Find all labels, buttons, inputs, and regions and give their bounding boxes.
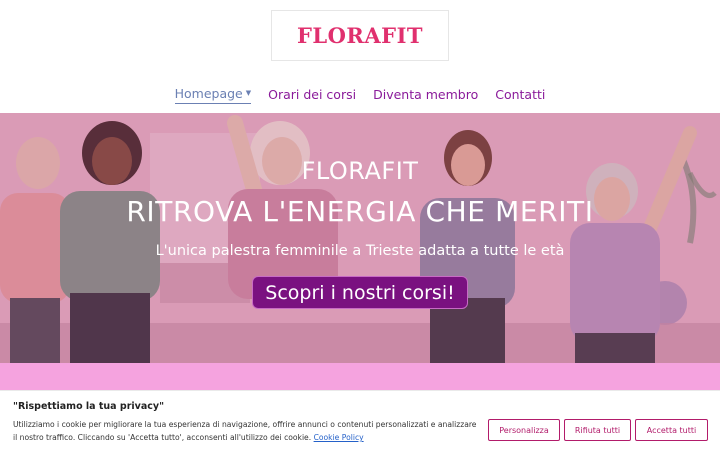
nav-item-contatti[interactable]: Contatti [495,84,545,104]
hero-overlay [0,113,720,363]
cookie-banner: "Rispettiamo la tua privacy" Utilizziamo… [0,390,720,450]
main-nav: Homepage ▼ Orari dei corsi Diventa membr… [0,84,720,104]
customize-button[interactable]: Personalizza [488,419,560,441]
nav-item-label: Homepage [174,85,243,101]
accept-all-button[interactable]: Accetta tutti [635,419,708,441]
site-logo[interactable]: FLORAFIT [271,10,449,61]
cookie-description: Utilizziamo i cookie per migliorare la t… [13,420,477,442]
cookie-policy-link[interactable]: Cookie Policy [314,433,364,442]
reject-all-button[interactable]: Rifiuta tutti [564,419,631,441]
nav-item-orari-dei-corsi[interactable]: Orari dei corsi [268,84,356,104]
hero-banner: FLORAFIT RITROVA L'ENERGIA CHE MERITI L'… [0,113,720,363]
hero-title: RITROVA L'ENERGIA CHE MERITI [126,195,594,228]
cookie-banner-title: "Rispettiamo la tua privacy" [13,401,165,412]
discover-courses-button[interactable]: Scopri i nostri corsi! [252,276,468,309]
nav-item-diventa-membro[interactable]: Diventa membro [373,84,478,104]
nav-item-homepage[interactable]: Homepage ▼ [174,84,252,104]
page: FLORAFIT Homepage ▼ Orari dei corsi Dive… [0,0,720,450]
pink-divider-band [0,363,720,393]
logo-text: FLORAFIT [296,23,424,48]
nav-item-label: Diventa membro [373,86,479,102]
nav-item-label: Orari dei corsi [268,86,357,102]
cookie-banner-text: Utilizziamo i cookie per migliorare la t… [13,418,481,444]
hero-subtitle: FLORAFIT [301,157,419,185]
nav-item-label: Contatti [495,86,546,102]
hero-tagline: L'unica palestra femminile a Trieste ada… [155,243,565,259]
chevron-down-icon[interactable]: ▼ [246,89,251,97]
